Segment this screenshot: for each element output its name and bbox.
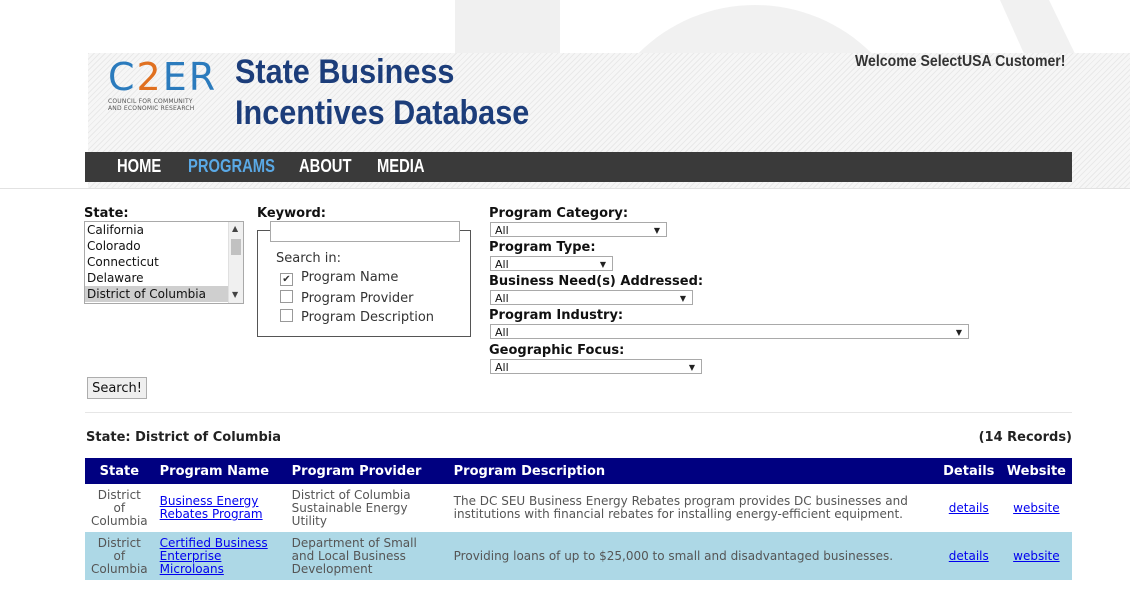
nav-about[interactable]: ABOUT: [299, 156, 351, 177]
logo-er: ER: [162, 55, 218, 99]
scroll-thumb[interactable]: [231, 239, 241, 255]
site-title: State Business Incentives Database: [235, 52, 529, 134]
scroll-down-icon[interactable]: ▼: [232, 290, 238, 299]
cell-website: website: [1000, 484, 1072, 532]
col-header-details[interactable]: Details: [936, 458, 1001, 484]
checkbox-checked-icon[interactable]: ✔: [280, 273, 293, 286]
col-header-website[interactable]: Website: [1000, 458, 1072, 484]
cell-description: The DC SEU Business Energy Rebates progr…: [447, 484, 937, 532]
header-banner: C2ER COUNCIL FOR COMMUNITY AND ECONOMIC …: [0, 0, 1130, 189]
search-in-program-provider[interactable]: Program Provider: [280, 290, 414, 306]
logo-c: C: [108, 55, 137, 99]
chevron-down-icon: ▼: [955, 328, 962, 337]
logo-letters: C2ER: [108, 55, 215, 99]
col-header-program-description[interactable]: Program Description: [447, 458, 937, 484]
logo-subtitle-line1: COUNCIL FOR COMMUNITY: [108, 98, 193, 105]
divider: [85, 412, 1072, 413]
cell-provider: District of Columbia Sustainable Energy …: [285, 484, 448, 532]
checkbox-icon[interactable]: [280, 290, 293, 303]
select-value: All: [495, 258, 509, 271]
details-link[interactable]: details: [949, 501, 989, 515]
table-row: District of Columbia Certified Business …: [85, 532, 1072, 580]
geographic-focus-label: Geographic Focus:: [489, 343, 625, 358]
cell-details: details: [936, 484, 1001, 532]
table-header-row: State Program Name Program Provider Prog…: [85, 458, 1072, 484]
results-state-heading: State: District of Columbia: [86, 430, 281, 445]
table-row: District of Columbia Business Energy Reb…: [85, 484, 1072, 532]
website-link[interactable]: website: [1013, 549, 1060, 563]
cell-details: details: [936, 532, 1001, 580]
search-in-label: Search in:: [276, 251, 342, 266]
scroll-up-icon[interactable]: ▲: [232, 224, 238, 233]
logo-subtitle-line2: AND ECONOMIC RESEARCH: [108, 105, 195, 113]
program-category-select[interactable]: All ▼: [490, 222, 667, 237]
col-header-program-provider[interactable]: Program Provider: [285, 458, 448, 484]
state-option-selected[interactable]: District of Columbia: [85, 286, 243, 302]
program-name-link[interactable]: Business Energy Rebates Program: [160, 494, 263, 521]
search-in-group: Search in: ✔ Program Name Program Provide…: [257, 230, 471, 337]
cell-provider: Department of Small and Local Business D…: [285, 532, 448, 580]
business-need-label: Business Need(s) Addressed:: [489, 274, 704, 289]
welcome-message: Welcome SelectUSA Customer!: [855, 53, 1066, 70]
checkbox-label: Program Name: [301, 270, 399, 285]
c2er-logo[interactable]: C2ER COUNCIL FOR COMMUNITY AND ECONOMIC …: [108, 54, 215, 134]
site-title-line2: Incentives Database: [235, 94, 530, 132]
cell-program-name: Certified Business Enterprise Microloans: [153, 532, 286, 580]
col-header-program-name[interactable]: Program Name: [153, 458, 286, 484]
col-header-state[interactable]: State: [85, 458, 154, 484]
nav-home[interactable]: HOME: [117, 156, 161, 177]
record-count: (14 Records): [978, 430, 1072, 445]
checkbox-icon[interactable]: [280, 309, 293, 322]
cell-program-name: Business Energy Rebates Program: [153, 484, 286, 532]
main-nav: HOME PROGRAMS ABOUT MEDIA: [85, 152, 1072, 182]
program-type-label: Program Type:: [489, 240, 596, 255]
cell-description: Providing loans of up to $25,000 to smal…: [447, 532, 937, 580]
website-link[interactable]: website: [1013, 501, 1060, 515]
search-in-program-description[interactable]: Program Description: [280, 309, 434, 325]
chevron-down-icon: ▼: [599, 260, 606, 269]
select-value: All: [495, 292, 509, 305]
checkbox-label: Program Description: [301, 310, 435, 325]
state-option[interactable]: Connecticut: [85, 254, 243, 270]
state-option[interactable]: California: [85, 222, 243, 238]
keyword-input[interactable]: [270, 221, 460, 242]
state-option[interactable]: Delaware: [85, 270, 243, 286]
select-value: All: [495, 326, 509, 339]
nav-programs[interactable]: PROGRAMS: [188, 156, 275, 177]
chevron-down-icon: ▼: [653, 226, 660, 235]
program-industry-select[interactable]: All ▼: [490, 324, 969, 339]
cell-website: website: [1000, 532, 1072, 580]
cell-state: District of Columbia: [85, 484, 154, 532]
business-need-select[interactable]: All ▼: [490, 290, 693, 305]
program-type-select[interactable]: All ▼: [490, 256, 613, 271]
details-link[interactable]: details: [949, 549, 989, 563]
cell-state: District of Columbia: [85, 532, 154, 580]
keyword-label: Keyword:: [257, 206, 326, 221]
checkbox-label: Program Provider: [301, 291, 414, 306]
logo-2: 2: [136, 55, 163, 99]
program-industry-label: Program Industry:: [489, 308, 624, 323]
results-table: State Program Name Program Provider Prog…: [85, 458, 1072, 580]
state-listbox-scrollbar[interactable]: ▲ ▼: [228, 222, 243, 303]
state-option[interactable]: Colorado: [85, 238, 243, 254]
logo-subtitle: COUNCIL FOR COMMUNITY AND ECONOMIC RESEA…: [108, 98, 208, 112]
nav-media[interactable]: MEDIA: [377, 156, 425, 177]
select-value: All: [495, 224, 509, 237]
search-button[interactable]: Search!: [87, 377, 147, 399]
chevron-down-icon: ▼: [679, 294, 686, 303]
program-category-label: Program Category:: [489, 206, 629, 221]
search-in-program-name[interactable]: ✔ Program Name: [280, 270, 398, 286]
site-title-line1: State Business: [235, 53, 455, 91]
chevron-down-icon: ▼: [688, 363, 695, 372]
program-name-link[interactable]: Certified Business Enterprise Microloans: [160, 536, 268, 576]
state-listbox[interactable]: California Colorado Connecticut Delaware…: [84, 221, 244, 304]
state-label: State:: [84, 206, 129, 221]
geographic-focus-select[interactable]: All ▼: [490, 359, 702, 374]
select-value: All: [495, 361, 509, 374]
